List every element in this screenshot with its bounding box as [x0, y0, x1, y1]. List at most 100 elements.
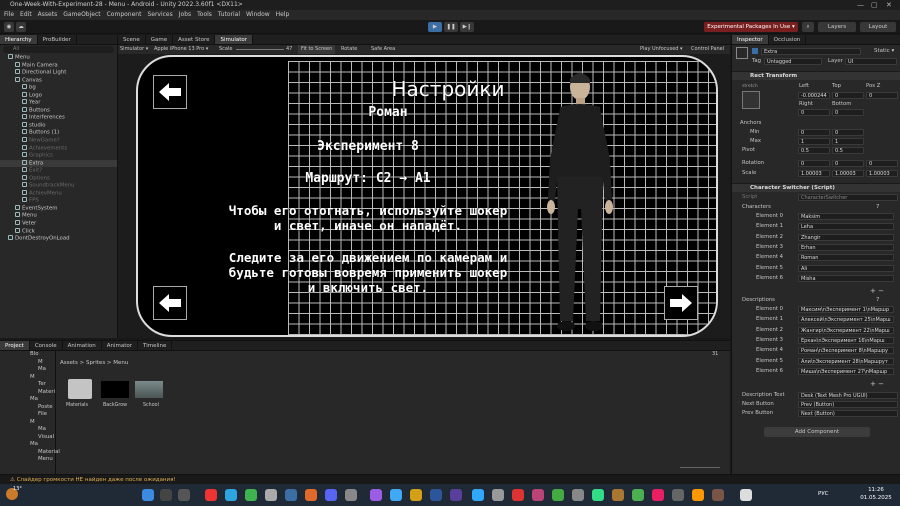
hierarchy-item[interactable]: Main Camera: [0, 61, 117, 70]
hierarchy-item[interactable]: NewGame?: [0, 137, 117, 145]
hierarchy-item[interactable]: studio: [0, 121, 117, 130]
app-icon-2[interactable]: [512, 489, 524, 501]
menu-file[interactable]: File: [4, 10, 14, 20]
next-character-button[interactable]: [664, 286, 698, 320]
menu-window[interactable]: Window: [246, 10, 270, 20]
character-element-field[interactable]: Misha: [798, 274, 894, 282]
character-element-field[interactable]: Erhan: [798, 243, 894, 251]
tab-inspector[interactable]: Inspector: [732, 35, 769, 44]
hierarchy-item[interactable]: Menu: [0, 212, 117, 220]
tab-console[interactable]: Console: [30, 341, 63, 350]
posz-field[interactable]: 0: [866, 92, 898, 99]
hierarchy-item[interactable]: SoundtrackMenu: [0, 182, 117, 190]
search-icon[interactable]: ⌕: [802, 22, 814, 32]
project-folder-item[interactable]: Material: [0, 449, 60, 457]
tab-game[interactable]: Game: [146, 35, 174, 44]
description-element-field[interactable]: Жангир\nЭксперимент 22\nМарш: [798, 326, 894, 334]
hierarchy-search-input[interactable]: All: [3, 46, 114, 53]
app-icon-11[interactable]: [712, 489, 724, 501]
hierarchy-item[interactable]: Graphics: [0, 152, 117, 160]
pivot-x-field[interactable]: 0.5: [798, 147, 830, 154]
photoshop-2-icon[interactable]: [472, 489, 484, 501]
layers-dropdown[interactable]: Layers: [818, 22, 856, 32]
hierarchy-item[interactable]: EventSystem: [0, 204, 117, 213]
right-field[interactable]: 0: [798, 109, 830, 116]
step-button[interactable]: ▶❙: [460, 22, 474, 32]
tab-project[interactable]: Project: [0, 341, 30, 350]
language-indicator[interactable]: РУС: [818, 491, 829, 497]
rotation-x-field[interactable]: 0: [798, 160, 830, 167]
edge-icon[interactable]: [285, 489, 297, 501]
unity-icon[interactable]: [740, 489, 752, 501]
app-icon-3[interactable]: [532, 489, 544, 501]
pycharm-icon[interactable]: [592, 489, 604, 501]
rotate-button[interactable]: Rotate: [341, 45, 357, 54]
task-view-icon[interactable]: [178, 489, 190, 501]
hierarchy-item[interactable]: Extra: [0, 159, 117, 168]
menu-tools[interactable]: Tools: [197, 10, 212, 20]
menu-assets[interactable]: Assets: [38, 10, 58, 20]
project-folder-item[interactable]: Ma: [0, 396, 55, 404]
project-folder-item[interactable]: Menu: [0, 456, 55, 464]
tab-timeline[interactable]: Timeline: [138, 341, 173, 350]
pivot-y-field[interactable]: 0.5: [832, 147, 864, 154]
project-folder-item[interactable]: M: [0, 419, 55, 427]
app-icon-5[interactable]: [572, 489, 584, 501]
menu-component[interactable]: Component: [107, 10, 142, 20]
hierarchy-item[interactable]: Click: [0, 227, 117, 236]
tab-scene[interactable]: Scene: [118, 35, 146, 44]
character-element-field[interactable]: Maksim: [798, 213, 894, 220]
bottom-field[interactable]: 0: [832, 109, 864, 116]
min-y-field[interactable]: 0: [832, 129, 864, 136]
description-text-field[interactable]: Desk (Text Mesh Pro UGUI): [798, 392, 898, 399]
max-y-field[interactable]: 1: [832, 138, 864, 145]
min-x-field[interactable]: 0: [798, 129, 830, 136]
hierarchy-item[interactable]: Menu: [0, 54, 117, 62]
back-button[interactable]: [153, 75, 187, 109]
hierarchy-item[interactable]: AchievMenu: [0, 189, 117, 198]
tab-asset-store[interactable]: Asset Store: [173, 35, 216, 44]
scale-x-field[interactable]: 1.00003: [798, 170, 830, 177]
explorer-icon[interactable]: [410, 489, 422, 501]
next-button-field[interactable]: Prev (Button): [798, 401, 898, 408]
menu-edit[interactable]: Edit: [20, 10, 32, 20]
project-folder-item[interactable]: Blo: [0, 351, 55, 359]
static-toggle[interactable]: Static ▾: [874, 48, 894, 54]
scale-y-field[interactable]: 1.00003: [832, 170, 864, 177]
menu-gameobject[interactable]: GameObject: [63, 10, 100, 20]
maximize-icon[interactable]: ▢: [871, 0, 878, 10]
after-effects-icon[interactable]: [450, 489, 462, 501]
app-icon-6[interactable]: [612, 489, 624, 501]
project-folder-item[interactable]: Ter: [0, 381, 55, 389]
hierarchy-item[interactable]: Directional Light: [0, 69, 117, 77]
description-element-field[interactable]: Алексей\nЭксперимент 25\nМарш: [798, 316, 894, 324]
cloud-icon[interactable]: ☁: [16, 22, 26, 32]
hierarchy-item[interactable]: Year: [0, 99, 117, 107]
project-folder-item[interactable]: M: [0, 374, 55, 382]
start-icon[interactable]: [142, 489, 154, 501]
hierarchy-item[interactable]: Achievements: [0, 144, 117, 153]
tab-animator[interactable]: Animator: [102, 341, 139, 350]
app-icon-1[interactable]: [492, 489, 504, 501]
app-icon-10[interactable]: [692, 489, 704, 501]
project-folder-item[interactable]: Materi: [0, 389, 55, 397]
tab-simulator[interactable]: Simulator: [215, 35, 254, 44]
description-element-field[interactable]: Максим\nЭксперимент 1\nМаршр: [798, 306, 894, 313]
github-icon[interactable]: [345, 489, 357, 501]
character-element-field[interactable]: Roman: [798, 254, 894, 262]
scale-z-field[interactable]: 1.00003: [866, 170, 898, 177]
left-field[interactable]: -0.000244: [798, 92, 830, 99]
hierarchy-item[interactable]: DontDestroyOnLoad: [0, 235, 117, 243]
telegram-icon[interactable]: [225, 489, 237, 501]
account-icon[interactable]: ◉: [4, 22, 14, 32]
visual-studio-icon[interactable]: [370, 489, 382, 501]
hierarchy-item[interactable]: Options: [0, 174, 117, 183]
app-icon-8[interactable]: [652, 489, 664, 501]
simulator-mode-dropdown[interactable]: Simulator ▾: [120, 45, 148, 54]
app-icon-7[interactable]: [632, 489, 644, 501]
status-message[interactable]: Слайдер громкости НЕ найден даже после о…: [17, 477, 176, 483]
rect-transform-header[interactable]: Rect Transform: [732, 71, 900, 80]
play-button[interactable]: ▶: [428, 22, 442, 32]
descriptions-foldout[interactable]: Descriptions: [732, 296, 900, 305]
tab-animation[interactable]: Animation: [63, 341, 102, 350]
